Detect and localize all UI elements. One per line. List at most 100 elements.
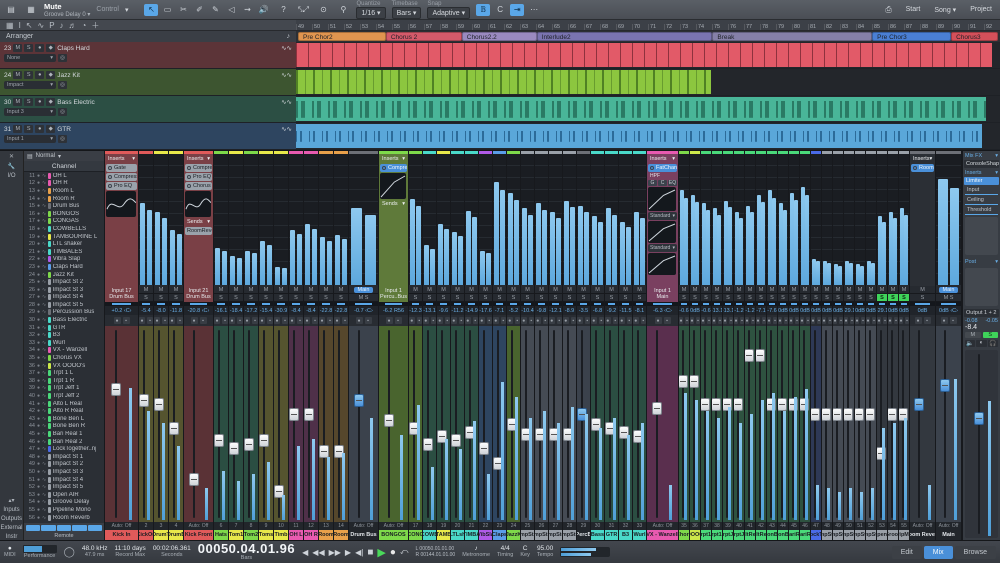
next-bar-button[interactable]: ▶	[345, 548, 351, 557]
scroll-arrows[interactable]: ▴▾	[8, 497, 14, 504]
fader-cap[interactable]	[866, 408, 875, 422]
strip-name-label[interactable]: VibSla	[479, 530, 492, 540]
macro-icon[interactable]: ⚲	[336, 4, 350, 16]
small-mute-icon[interactable]: ●	[723, 317, 727, 324]
pan-control[interactable]	[169, 302, 183, 306]
small-solo-icon[interactable]: ▪	[718, 317, 722, 324]
pan-control[interactable]	[229, 302, 243, 306]
quantize-dropdown[interactable]: Quantize 1/16 ▾	[356, 1, 386, 19]
volume-readout[interactable]: -17.2	[244, 306, 258, 315]
pan-control[interactable]	[712, 302, 722, 306]
small-solo-icon[interactable]: ▪	[500, 317, 506, 324]
automation-mode[interactable]: 18	[423, 522, 436, 530]
small-solo-icon[interactable]: ▪	[626, 317, 632, 324]
strip-name-label[interactable]: ImpSt2	[833, 530, 843, 540]
channel-list-item[interactable]: 41 ● ∿ Alto L Real	[24, 400, 104, 408]
volume-readout[interactable]: -5.4	[139, 306, 153, 315]
mixfx-section-header[interactable]: Mix FX ▾	[963, 151, 1000, 160]
pan-control[interactable]	[605, 302, 618, 306]
fader-cap[interactable]	[451, 433, 461, 447]
automation-mode[interactable]: 27	[549, 522, 562, 530]
small-mute-icon[interactable]: ●	[563, 317, 569, 324]
stop-button[interactable]: ■	[367, 547, 373, 558]
edit-tool-icon-3[interactable]: ∿	[38, 21, 45, 30]
automation-mode[interactable]: 53	[877, 522, 887, 530]
pan-control[interactable]	[811, 302, 821, 306]
print-icon[interactable]: ⎙	[882, 4, 896, 16]
volume-readout[interactable]: 0dB	[833, 306, 843, 315]
pan-control[interactable]	[549, 302, 562, 306]
fader-lane[interactable]	[910, 326, 935, 522]
fader-cap[interactable]	[756, 349, 765, 363]
strip-name-label[interactable]: Toms	[259, 530, 273, 540]
small-solo-icon[interactable]: ▪	[267, 317, 273, 324]
speaker-icon[interactable]: ●	[37, 173, 40, 179]
small-mute-icon[interactable]: ●	[679, 317, 683, 324]
volume-readout[interactable]: -22.8	[319, 306, 333, 315]
rail-tab-inputs[interactable]: Inputs	[3, 507, 19, 513]
sends-header[interactable]: Sends ▾	[380, 200, 407, 208]
arranger-section-chorus3[interactable]: Chorus3	[951, 32, 998, 41]
solo-button[interactable]: S	[24, 71, 34, 79]
volume-readout[interactable]: -1.2	[745, 306, 755, 315]
zoom-icon[interactable]: ⊙	[316, 4, 330, 16]
channel-list-item[interactable]: 42 ● ∿ Alto R Real	[24, 407, 104, 415]
pan-control[interactable]	[184, 302, 213, 306]
power-icon[interactable]	[108, 166, 112, 170]
strip-mute-button[interactable]: M	[521, 286, 534, 294]
fader-cap[interactable]	[811, 408, 820, 422]
strip-name-label[interactable]: Hats	[214, 530, 228, 540]
mute-tool[interactable]: ◁	[224, 4, 238, 16]
insert-slot[interactable]: Gate	[106, 164, 137, 172]
automation-mode[interactable]: 29	[577, 522, 590, 530]
small-mute-icon[interactable]: ●	[778, 317, 782, 324]
channel-mode-dropdown[interactable]: Normal	[36, 153, 55, 159]
small-solo-icon[interactable]: ▪	[162, 317, 168, 324]
strip-name-label[interactable]: DrumB	[169, 530, 183, 540]
small-solo-icon[interactable]: ▪	[458, 317, 464, 324]
insert-slot[interactable]: Compressor	[185, 164, 212, 172]
strip-name-label[interactable]: ImpSt3	[535, 530, 548, 540]
volume-readout[interactable]: -0.7 ‹C›	[349, 306, 378, 315]
automation-mode[interactable]: 46	[800, 522, 810, 530]
strip-name-label[interactable]: ImpSt2	[521, 530, 534, 540]
speaker-icon[interactable]: ●	[37, 241, 40, 247]
fader-cap[interactable]	[690, 374, 699, 388]
channel-list-header[interactable]: Channel	[24, 161, 104, 172]
track-lane[interactable]	[296, 42, 1000, 68]
pan-control[interactable]	[289, 302, 303, 306]
volume-readout[interactable]: +0.2 ‹C›	[105, 306, 138, 315]
fader-lane[interactable]	[423, 326, 436, 522]
strip-solo-button[interactable]: S	[479, 294, 492, 302]
fader-cap[interactable]	[855, 408, 864, 422]
volume-readout[interactable]: -8.4	[304, 306, 318, 315]
strip-solo-button[interactable]: S	[605, 294, 618, 302]
strip-mute-button[interactable]: M	[910, 286, 935, 294]
pan-control[interactable]	[507, 302, 520, 306]
fader-cap[interactable]	[833, 408, 842, 422]
rail-icon-1[interactable]: 🔧	[8, 163, 15, 170]
strip-mute-button[interactable]: M	[465, 286, 478, 294]
view-tab-browse[interactable]: Browse	[954, 545, 996, 559]
small-solo-icon[interactable]: ▪	[430, 317, 436, 324]
volume-readout[interactable]: -0.6	[701, 306, 711, 315]
channel-list-item[interactable]: 30 ● ∿ Bass Electric	[24, 316, 104, 324]
limiter-insert[interactable]: Limiter	[964, 177, 999, 185]
speaker-icon[interactable]: ●	[37, 264, 40, 270]
track-lane[interactable]	[296, 69, 1000, 95]
speaker-icon[interactable]: ●	[37, 256, 40, 262]
speaker-icon[interactable]: ●	[37, 492, 40, 498]
small-mute-icon[interactable]: ●	[822, 317, 826, 324]
small-solo-icon[interactable]: ▪	[828, 317, 832, 324]
automation-mode[interactable]: 6	[214, 522, 228, 530]
speaker-icon[interactable]: ●	[37, 309, 40, 315]
automation-mode[interactable]: 20	[451, 522, 464, 530]
strip-solo-button[interactable]: S	[778, 294, 788, 302]
fader-lane[interactable]	[244, 326, 258, 522]
trash-icon[interactable]: ▦	[24, 4, 38, 16]
insert-slot[interactable]: Compressor	[380, 164, 407, 172]
fader-cap[interactable]	[289, 408, 300, 422]
strip-mute-button[interactable]: M	[833, 286, 843, 294]
automation-mode[interactable]: 54	[888, 522, 898, 530]
small-mute-icon[interactable]: ●	[899, 317, 903, 324]
